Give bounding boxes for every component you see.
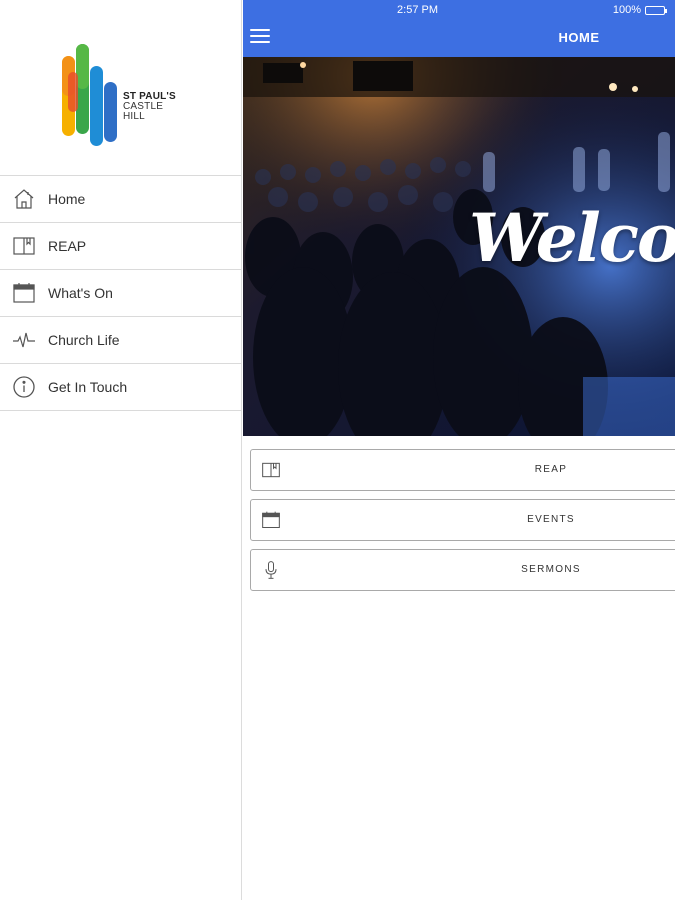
- hero-welcome-text: Welcome: [469, 199, 675, 277]
- battery-status: 100%: [612, 4, 667, 16]
- logo-line-3: HILL: [123, 111, 145, 122]
- sidebar-item-label: Get In Touch: [48, 379, 128, 395]
- sidebar-item-whats-on[interactable]: What's On: [0, 270, 242, 317]
- sidebar: ST PAUL'S CASTLE HILL Home REAP What's O…: [0, 0, 242, 900]
- action-label: REAP: [534, 464, 568, 475]
- sidebar-item-label: Church Life: [48, 332, 120, 348]
- main-content: 2:57 PM 100% HOME Welco REAP EVENTS SERM…: [243, 0, 675, 900]
- sidebar-item-label: What's On: [48, 285, 113, 301]
- reap-button[interactable]: REAP: [250, 449, 675, 491]
- status-time: 2:57 PM: [397, 4, 438, 16]
- info-icon: [0, 364, 48, 411]
- microphone-icon: [265, 561, 277, 579]
- logo-text: ST PAUL'S CASTLE HILL: [123, 92, 176, 122]
- sidebar-item-label: Home: [48, 191, 86, 207]
- sidebar-item-church-life[interactable]: Church Life: [0, 317, 242, 364]
- hero-banner: Welcome: [243, 57, 675, 436]
- battery-icon: [645, 5, 667, 15]
- action-label: SERMONS: [521, 564, 581, 575]
- heartbeat-icon: [0, 317, 48, 364]
- sermons-button[interactable]: SERMONS: [250, 549, 675, 591]
- sidebar-item-label: REAP: [48, 238, 87, 254]
- sidebar-menu: Home REAP What's On Church Life Get In T…: [0, 175, 242, 411]
- action-buttons: REAP EVENTS SERMONS: [250, 449, 675, 599]
- sidebar-item-home[interactable]: Home: [0, 176, 242, 223]
- status-bar: 2:57 PM 100%: [243, 0, 675, 20]
- home-icon: [0, 176, 48, 223]
- action-label: EVENTS: [527, 514, 575, 525]
- church-logo: ST PAUL'S CASTLE HILL: [60, 42, 190, 150]
- book-icon: [0, 223, 48, 270]
- calendar-icon: [0, 270, 48, 317]
- navigation-bar: 2:57 PM 100% HOME: [243, 0, 675, 57]
- book-icon: [262, 462, 280, 478]
- sidebar-item-reap[interactable]: REAP: [0, 223, 242, 270]
- page-title: HOME: [558, 30, 600, 45]
- battery-percent: 100%: [612, 4, 641, 16]
- sidebar-item-get-in-touch[interactable]: Get In Touch: [0, 364, 242, 411]
- events-button[interactable]: EVENTS: [250, 499, 675, 541]
- calendar-icon: [262, 511, 280, 528]
- menu-toggle-icon[interactable]: [250, 29, 270, 45]
